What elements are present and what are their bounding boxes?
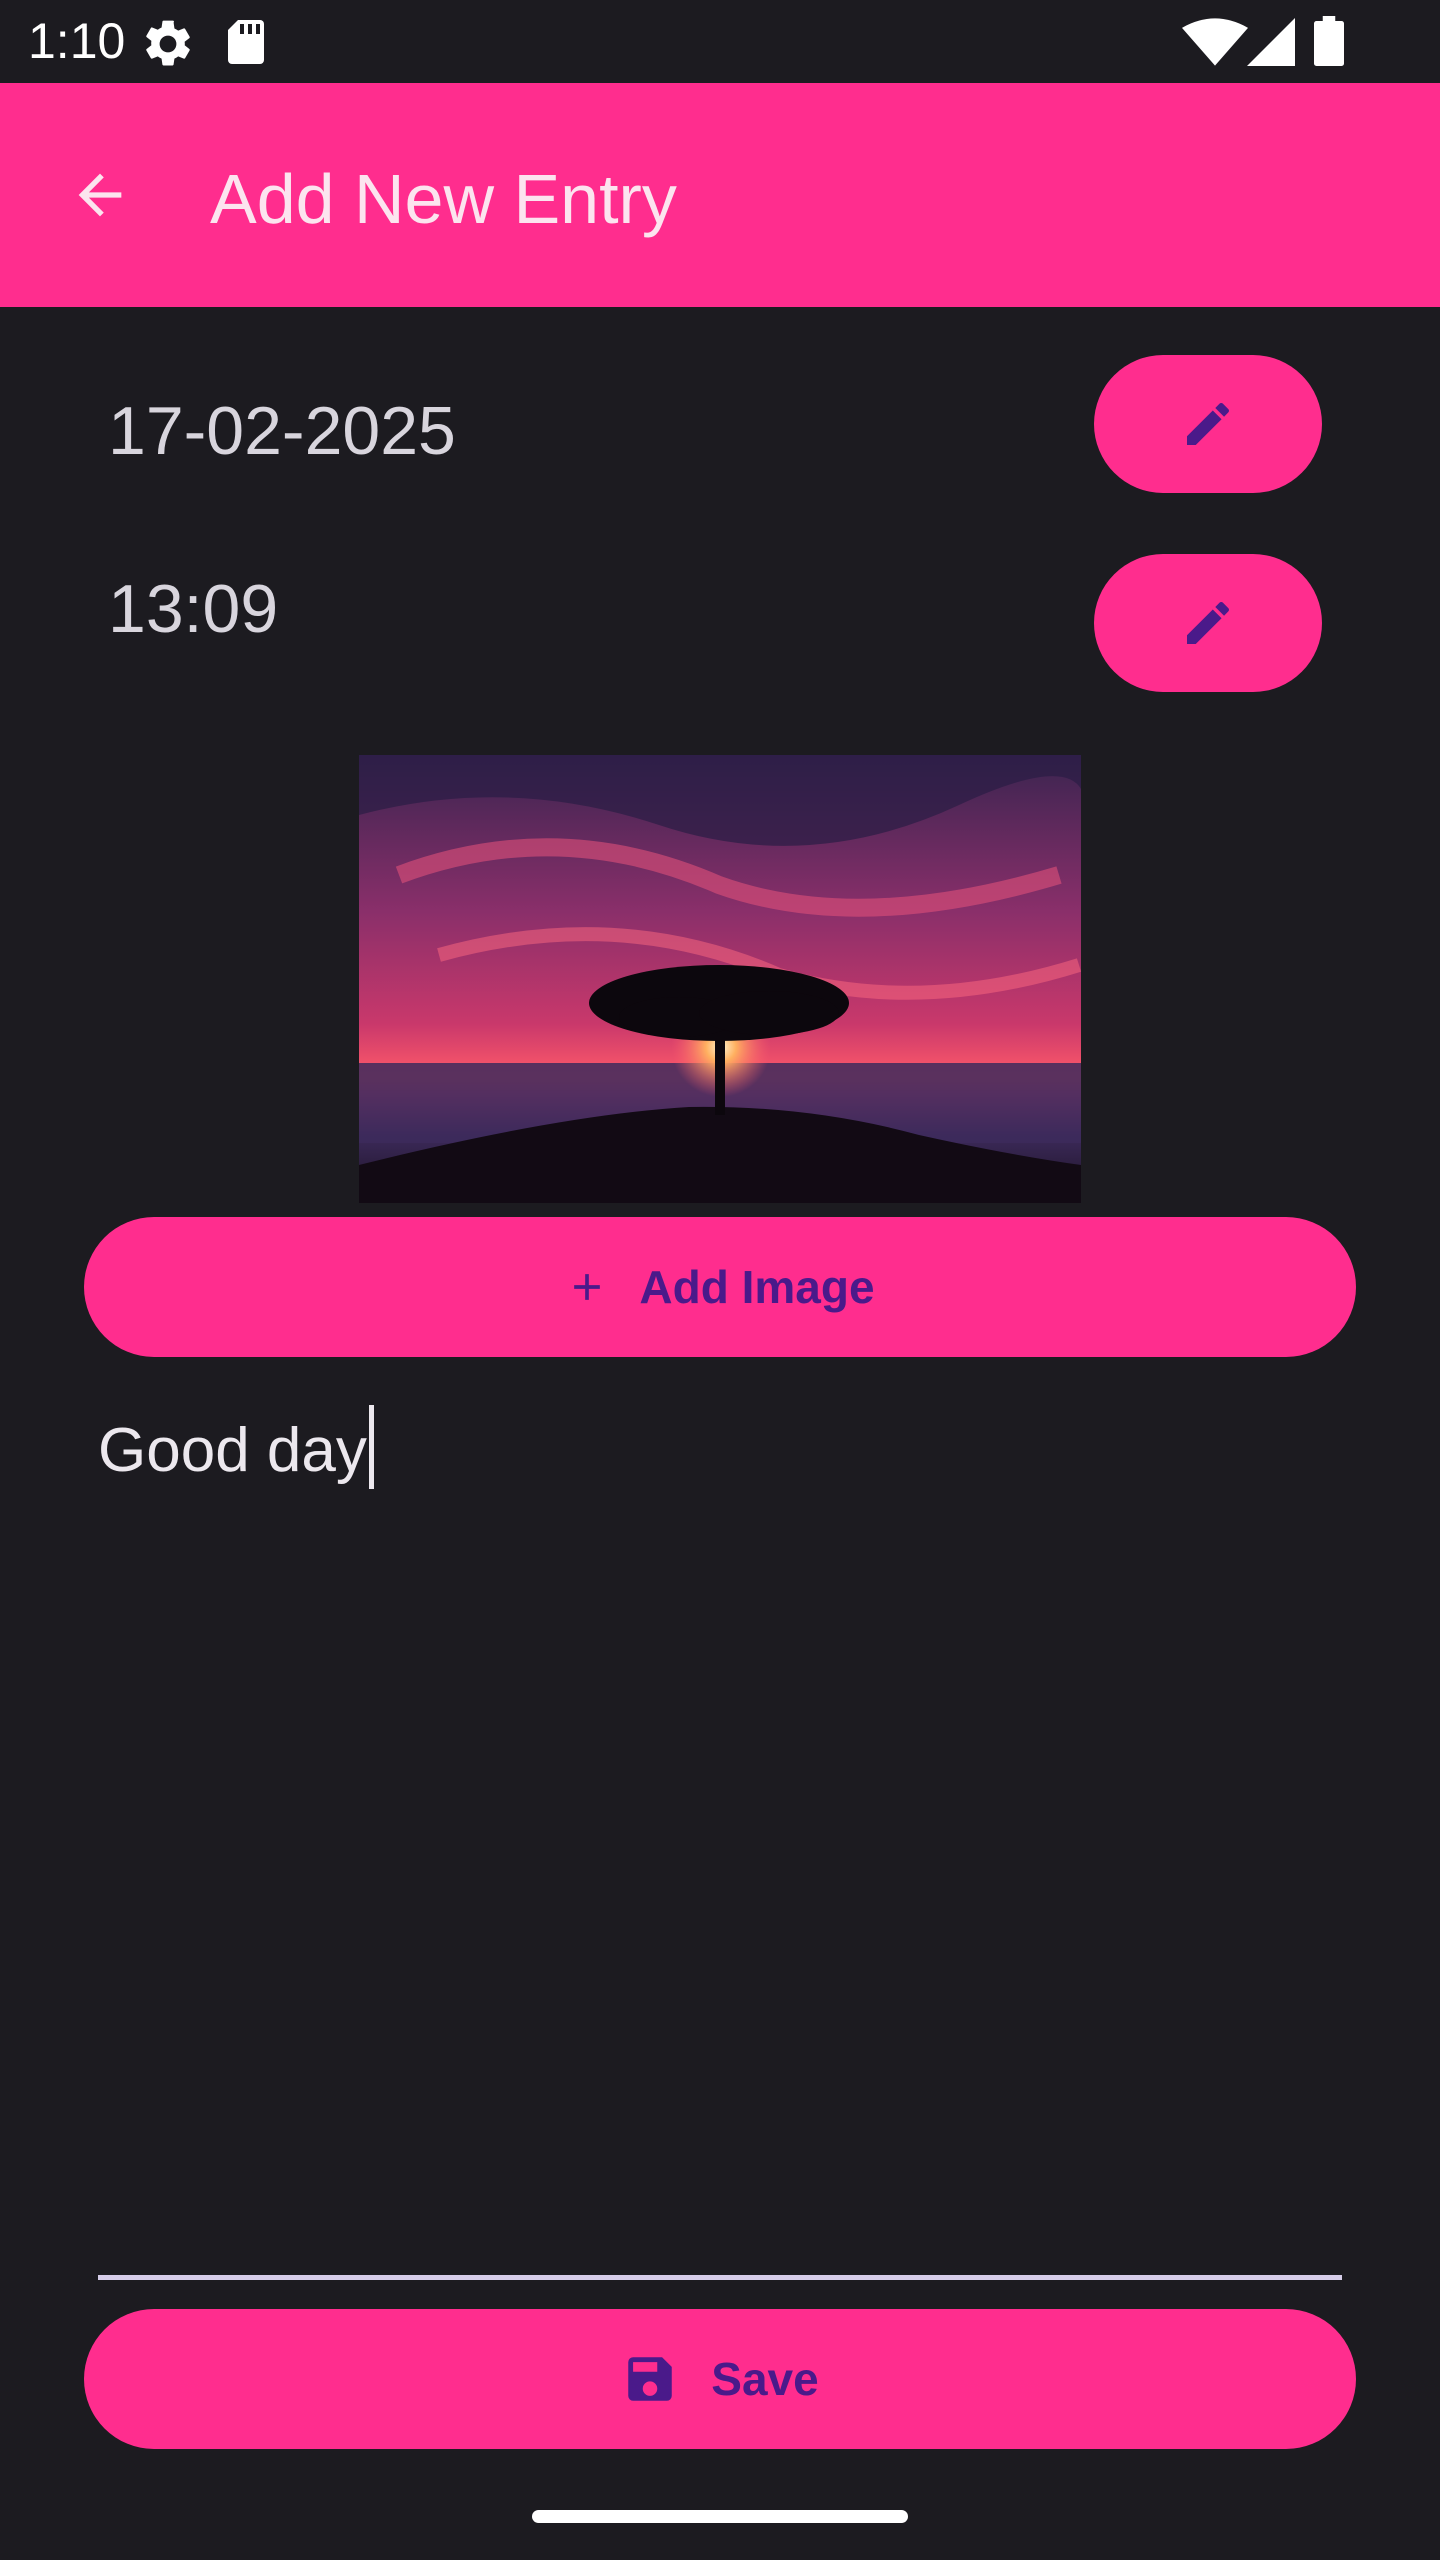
entry-date-text: 17-02-2025 bbox=[108, 393, 456, 469]
status-bar: 1:10 bbox=[0, 0, 1440, 83]
entry-photo bbox=[359, 755, 1081, 1203]
add-entry-screen: 1:10 Add New Entry 17-02-2025 13:09 Add … bbox=[0, 0, 1440, 2560]
add-image-label: Add Image bbox=[639, 1261, 875, 1313]
app-bar: Add New Entry bbox=[0, 83, 1440, 307]
text-field-underline bbox=[98, 2275, 1342, 2280]
text-cursor bbox=[368, 1405, 374, 1489]
entry-text-value: Good day bbox=[98, 1416, 367, 1485]
save-button[interactable]: Save bbox=[84, 2309, 1356, 2449]
sunset-tree-image bbox=[359, 755, 1081, 1203]
cell-signal-icon bbox=[1247, 18, 1295, 66]
sd-card-icon bbox=[228, 20, 264, 64]
gesture-nav-handle[interactable] bbox=[532, 2510, 908, 2523]
pencil-icon bbox=[1187, 402, 1230, 445]
arrow-back-icon bbox=[78, 173, 122, 217]
floppy-disk-icon bbox=[628, 2357, 673, 2401]
page-title: Add New Entry bbox=[210, 160, 677, 238]
add-image-button[interactable]: Add Image bbox=[84, 1217, 1356, 1357]
battery-icon bbox=[1314, 16, 1344, 66]
back-button[interactable] bbox=[50, 145, 150, 245]
save-label: Save bbox=[711, 2353, 819, 2405]
plus-icon bbox=[574, 1274, 601, 1300]
settings-gear-icon bbox=[146, 20, 190, 66]
wifi-icon bbox=[1182, 18, 1248, 66]
pencil-icon bbox=[1187, 601, 1230, 644]
status-time: 1:10 bbox=[28, 13, 126, 69]
entry-text-field[interactable]: Good day bbox=[98, 1405, 1338, 2285]
edit-date-button[interactable] bbox=[1094, 355, 1322, 493]
edit-time-button[interactable] bbox=[1094, 554, 1322, 692]
entry-time-text: 13:09 bbox=[108, 571, 279, 647]
